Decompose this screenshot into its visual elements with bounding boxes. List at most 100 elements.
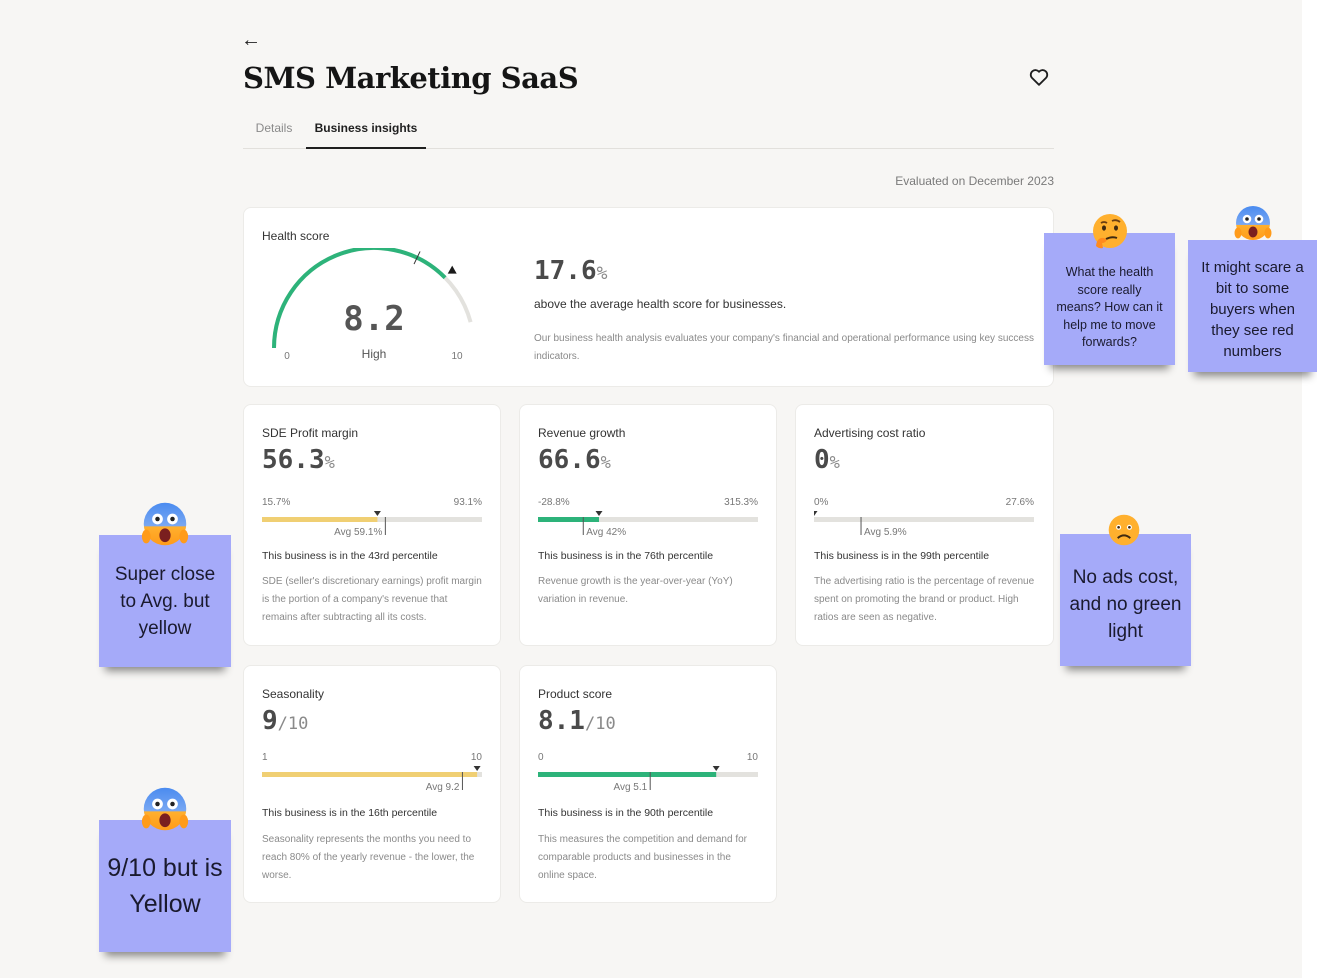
metric-label: Product score	[538, 687, 613, 701]
metric-range-bar: -28.8% 315.3% Avg 42%	[538, 497, 758, 538]
health-score-card: Health score 8.2 High 0 10 17.6% above t…	[243, 207, 1054, 387]
metric-number: 0	[814, 445, 830, 475]
gauge-score-value: 8.2	[343, 299, 404, 339]
back-arrow-icon[interactable]: ←	[241, 30, 261, 50]
metric-card-product-score: Product score 8.1/10 0 10 Avg 5.1 This bus…	[519, 665, 777, 903]
right-edge-strip	[1302, 0, 1317, 978]
above-average-unit: %	[596, 263, 608, 284]
metric-card-advertising-cost-ratio: Advertising cost ratio 0% 0% 27.6% Avg 5.9…	[795, 404, 1054, 646]
metric-range-bar: 0% 27.6% Avg 5.9%	[814, 497, 1034, 538]
metric-label: Advertising cost ratio	[814, 426, 926, 440]
metric-card-sde-profit-margin: SDE Profit margin 56.3% 15.7% 93.1% Avg 59…	[243, 404, 501, 646]
sticky-note-seasonality-yellow: 9/10 but is Yellow	[99, 820, 231, 952]
metric-percentile: This business is in the 99th percentile	[814, 550, 990, 562]
above-average-text: above the average health score for busin…	[534, 297, 787, 311]
gauge-min-label: 0	[284, 351, 290, 362]
sticky-note-health-score: What the health score really means? How …	[1044, 233, 1175, 365]
screaming-face-emoji	[1234, 206, 1272, 240]
bar-min-label: 15.7%	[262, 497, 290, 508]
sticky-note-close-to-avg: Super close to Avg. but yellow	[99, 535, 231, 667]
bar-max-label: 27.6%	[1006, 497, 1034, 508]
bar-current-marker	[473, 766, 481, 771]
metric-value: 0%	[814, 445, 840, 475]
bar-current-marker	[373, 511, 381, 516]
bar-min-label: 1	[262, 752, 268, 763]
tab-details[interactable]: Details	[243, 118, 305, 147]
bar-average-label: Avg 42%	[586, 527, 626, 538]
metric-value: 66.6%	[538, 445, 611, 475]
bar-fill	[262, 517, 378, 522]
metric-label: Revenue growth	[538, 426, 626, 440]
bar-max-label: 93.1%	[454, 497, 482, 508]
note-text: It might scare a bit to some buyers when…	[1201, 258, 1304, 360]
health-score-description: Our business health analysis evaluates y…	[534, 333, 1034, 362]
gauge-max-label: 10	[451, 351, 463, 362]
metric-number: 9	[262, 706, 278, 736]
metric-unit: %	[600, 453, 611, 473]
bar-current-marker	[595, 511, 603, 516]
metric-description: Seasonality represents the months you ne…	[262, 834, 475, 881]
sticky-note-red-numbers: It might scare a bit to some buyers when…	[1188, 240, 1317, 372]
evaluated-date: Evaluated on December 2023	[895, 174, 1054, 188]
note-text: Super close to Avg. but yellow	[114, 563, 216, 639]
metric-label: SDE Profit margin	[262, 426, 359, 440]
metric-range-bar: 0 10 Avg 5.1	[538, 752, 758, 793]
bar-current-marker	[814, 511, 818, 516]
metric-range-bar: 1 10 Avg 9.2	[262, 752, 482, 793]
metric-number: 66.6	[538, 445, 601, 475]
bar-max-label: 315.3%	[724, 497, 758, 508]
metric-description: Revenue growth is the year-over-year (Yo…	[538, 576, 733, 605]
metric-card-revenue-growth: Revenue growth 66.6% -28.8% 315.3% Avg 42%…	[519, 404, 777, 646]
bar-max-label: 10	[747, 752, 758, 763]
metric-value: 8.1/10	[538, 706, 616, 736]
bar-min-label: 0	[538, 752, 544, 763]
frowning-face-emoji	[1108, 514, 1140, 546]
note-text: What the health score really means? How …	[1056, 265, 1163, 350]
bar-fill	[538, 517, 599, 522]
screaming-face-emoji	[141, 502, 189, 546]
health-score-gauge: 8.2 High 0 10	[272, 248, 473, 362]
metric-number: 56.3	[262, 445, 325, 475]
metric-percentile: This business is in the 76th percentile	[538, 550, 714, 562]
above-average-number: 17.6	[534, 256, 597, 286]
metric-unit: %	[829, 453, 840, 473]
metric-unit: /10	[277, 714, 309, 734]
tab-business-insights[interactable]: Business insights	[306, 118, 426, 149]
gauge-level: High	[362, 347, 387, 361]
note-text: No ads cost, and no green light	[1069, 566, 1182, 642]
tab-bar: Details Business insights	[243, 118, 1054, 149]
metric-unit: %	[324, 453, 335, 473]
bar-average-label: Avg 9.2	[426, 782, 460, 793]
metric-label: Seasonality	[262, 687, 325, 701]
bar-current-marker	[712, 766, 720, 771]
screaming-face-emoji	[141, 787, 189, 831]
bar-max-label: 10	[471, 752, 482, 763]
page-title: SMS Marketing SaaS	[243, 61, 579, 95]
metric-unit: /10	[584, 714, 616, 734]
health-score-label: Health score	[262, 229, 330, 243]
bar-track	[814, 517, 1034, 522]
note-text: 9/10 but is Yellow	[107, 854, 223, 918]
gauge-score-marker	[447, 265, 457, 274]
heart-outline-icon[interactable]	[1028, 66, 1050, 88]
bar-average-label: Avg 59.1%	[334, 527, 382, 538]
metric-percentile: This business is in the 16th percentile	[262, 807, 438, 819]
bar-fill	[262, 772, 478, 777]
metric-card-seasonality: Seasonality 9/10 1 10 Avg 9.2 This busines…	[243, 665, 501, 903]
above-average-value: 17.6%	[534, 256, 607, 286]
metric-value: 9/10	[262, 706, 308, 736]
metric-percentile: This business is in the 90th percentile	[538, 807, 714, 819]
metric-description: This measures the competition and demand…	[538, 834, 747, 881]
bar-min-label: 0%	[814, 497, 829, 508]
metric-description: SDE (seller's discretionary earnings) pr…	[262, 576, 482, 623]
metric-percentile: This business is in the 43rd percentile	[262, 550, 438, 562]
bar-min-label: -28.8%	[538, 497, 570, 508]
bar-average-label: Avg 5.1	[613, 782, 647, 793]
metric-value: 56.3%	[262, 445, 335, 475]
metric-number: 8.1	[538, 706, 585, 736]
bar-fill	[538, 772, 717, 777]
thinking-face-emoji	[1093, 214, 1127, 249]
metric-range-bar: 15.7% 93.1% Avg 59.1%	[262, 497, 482, 538]
sticky-note-no-ads: No ads cost, and no green light	[1060, 534, 1191, 666]
bar-average-label: Avg 5.9%	[864, 527, 907, 538]
